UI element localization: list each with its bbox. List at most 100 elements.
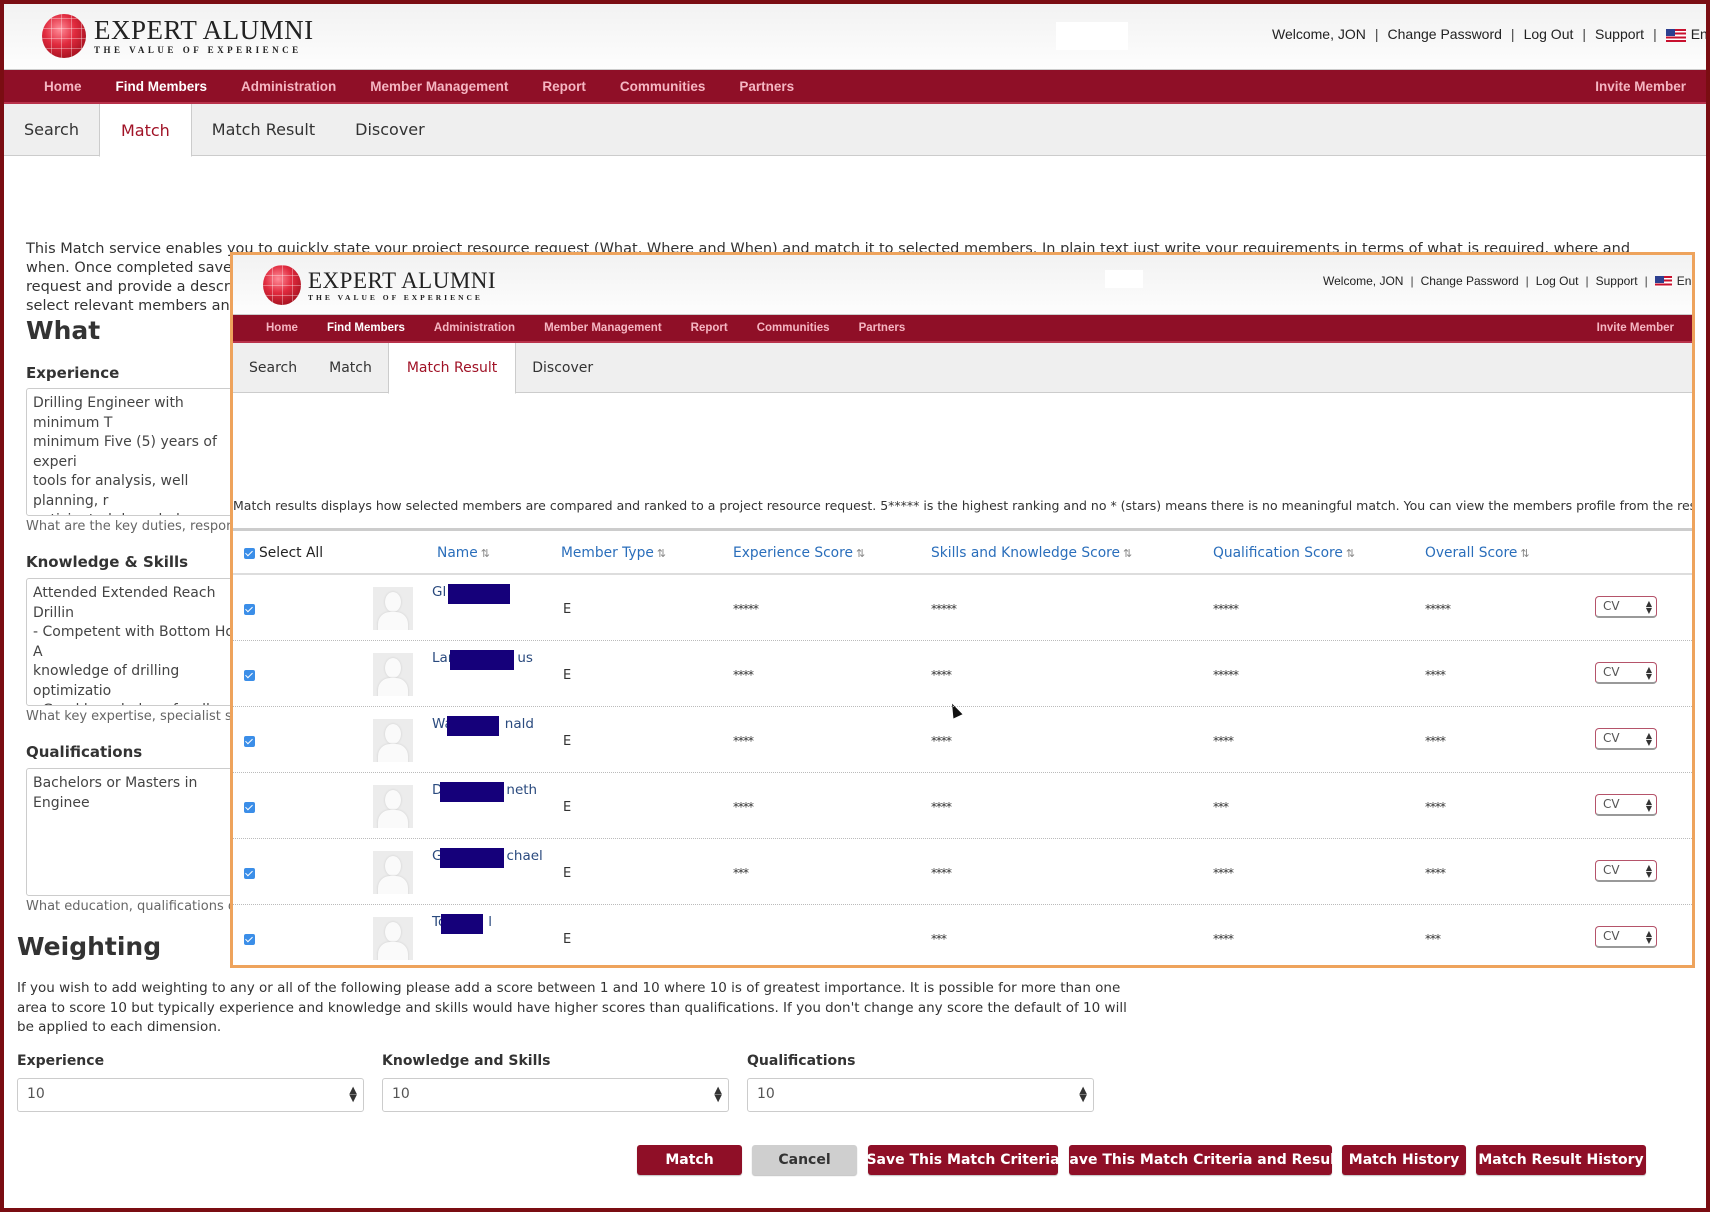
member-type: E [563, 800, 572, 815]
row-checkbox[interactable] [244, 670, 255, 681]
avatar[interactable] [373, 587, 413, 630]
cv-select[interactable]: CV ▲ ▼ [1595, 728, 1657, 750]
save-match-criteria-button[interactable]: Save This Match Criteria [866, 1145, 1060, 1175]
member-name-link[interactable]: Lar us [432, 650, 533, 670]
col-experience-score[interactable]: Experience Score ⇅ [733, 545, 865, 561]
select-arrows-icon: ▲ ▼ [714, 1085, 722, 1104]
tab-match-result[interactable]: Match Result [192, 104, 335, 155]
select-all-checkbox[interactable]: Select All [244, 545, 323, 561]
row-checkbox[interactable] [244, 868, 255, 879]
skills-knowledge-score: *** [931, 932, 947, 946]
nav-find-members[interactable]: Find Members [116, 79, 208, 94]
col-overall-score[interactable]: Overall Score ⇅ [1425, 545, 1530, 561]
match-button[interactable]: Match [637, 1145, 742, 1175]
nav-report[interactable]: Report [691, 322, 728, 334]
invite-member-link[interactable]: Invite Member [1597, 322, 1674, 334]
log-out-link[interactable]: Log Out [1524, 26, 1574, 42]
row-checkbox[interactable] [244, 934, 255, 945]
nav-communities[interactable]: Communities [620, 79, 706, 94]
member-type: E [563, 602, 572, 617]
skills-knowledge-score: ***** [931, 602, 957, 616]
cv-select[interactable]: CV ▲ ▼ [1595, 662, 1657, 684]
cv-select[interactable]: CV ▲ ▼ [1595, 926, 1657, 948]
language-selector[interactable]: English [1665, 26, 1706, 42]
qualification-score: **** [1213, 734, 1234, 748]
nav-administration[interactable]: Administration [241, 79, 336, 94]
change-password-link[interactable]: Change Password [1388, 26, 1502, 42]
nav-administration[interactable]: Administration [434, 322, 515, 334]
avatar[interactable] [373, 917, 413, 960]
logo[interactable]: EXPERT ALUMNI THE VALUE OF EXPERIENCE [42, 14, 314, 58]
tab-search[interactable]: Search [233, 343, 313, 392]
avatar[interactable] [373, 653, 413, 696]
table-row: To l E *** **** *** CV ▲ ▼ [233, 905, 1692, 965]
checkbox[interactable] [244, 547, 255, 559]
change-password-link[interactable]: Change Password [1421, 274, 1519, 288]
member-name-link[interactable]: To l [432, 914, 492, 934]
nav-member-management[interactable]: Member Management [544, 322, 662, 334]
weight-knowledge-select[interactable]: 10 ▲ ▼ [382, 1078, 729, 1112]
row-checkbox[interactable] [244, 802, 255, 813]
support-link[interactable]: Support [1595, 26, 1644, 42]
col-qualification-score[interactable]: Qualification Score ⇅ [1213, 545, 1355, 561]
cv-select[interactable]: CV ▲ ▼ [1595, 794, 1657, 816]
member-type: E [563, 734, 572, 749]
tab-match[interactable]: Match [98, 104, 192, 157]
welcome-text: Welcome, JON [1272, 26, 1366, 42]
sort-icon: ⇅ [656, 547, 667, 560]
knowledge-skills-textarea[interactable]: Attended Extended Reach Drillin - Compet… [26, 578, 256, 706]
save-match-criteria-result-button[interactable]: Save This Match Criteria and Result [1059, 1145, 1342, 1175]
tab-discover[interactable]: Discover [335, 104, 445, 155]
sort-icon: ⇅ [1123, 547, 1133, 560]
nav-partners[interactable]: Partners [739, 79, 794, 94]
nav-home[interactable]: Home [266, 322, 298, 334]
experience-textarea[interactable]: Drilling Engineer with minimum T minimum… [26, 388, 256, 516]
support-link[interactable]: Support [1596, 274, 1638, 288]
language-selector[interactable]: English [1654, 274, 1692, 288]
cv-select[interactable]: CV ▲ ▼ [1595, 596, 1657, 618]
member-type: E [563, 866, 572, 881]
row-checkbox[interactable] [244, 604, 255, 615]
tab-match[interactable]: Match [313, 343, 388, 392]
nav-partners[interactable]: Partners [859, 322, 906, 334]
nav-report[interactable]: Report [542, 79, 586, 94]
tab-match-result[interactable]: Match Result [387, 343, 517, 394]
log-out-link[interactable]: Log Out [1536, 274, 1579, 288]
col-skills-knowledge-score[interactable]: Skills and Knowledge Score ⇅ [931, 545, 1132, 561]
user-links: Welcome, JON | Change Password | Log Out… [1272, 26, 1706, 42]
match-result-history-button[interactable]: Match Result History [1476, 1145, 1646, 1175]
overall-score: ***** [1425, 602, 1451, 616]
tab-search[interactable]: Search [4, 104, 99, 155]
nav-communities[interactable]: Communities [757, 322, 830, 334]
row-checkbox[interactable] [244, 736, 255, 747]
member-name-link[interactable]: Gchael [432, 848, 543, 868]
avatar[interactable] [373, 785, 413, 828]
member-name-link[interactable]: Gl [432, 584, 510, 604]
select-arrows-icon: ▲ ▼ [1645, 863, 1652, 879]
col-name[interactable]: Name ⇅ [437, 545, 490, 561]
overlay-logo[interactable]: EXPERT ALUMNI THE VALUE OF EXPERIENCE [263, 265, 496, 305]
avatar[interactable] [373, 719, 413, 762]
weighting-description: If you wish to add weighting to any or a… [17, 980, 1127, 1035]
tab-discover[interactable]: Discover [516, 343, 609, 392]
qualifications-hint: What education, qualifications or ce [26, 899, 261, 914]
cv-select[interactable]: CV ▲ ▼ [1595, 860, 1657, 882]
weight-experience-select[interactable]: 10 ▲ ▼ [17, 1078, 364, 1112]
col-member-type[interactable]: Member Type ⇅ [561, 545, 666, 561]
member-type: E [563, 668, 572, 683]
cancel-button[interactable]: Cancel [752, 1145, 857, 1175]
skills-knowledge-score: **** [931, 866, 952, 880]
invite-member-link[interactable]: Invite Member [1595, 79, 1686, 94]
nav-home[interactable]: Home [44, 79, 82, 94]
weight-qualifications-select[interactable]: 10 ▲ ▼ [747, 1078, 1094, 1112]
nav-find-members[interactable]: Find Members [327, 322, 405, 334]
select-arrows-icon: ▲ ▼ [1645, 797, 1652, 813]
member-name-link[interactable]: Dneth [432, 782, 537, 802]
nav-member-management[interactable]: Member Management [370, 79, 508, 94]
member-name-link[interactable]: Wa nald [432, 716, 534, 736]
qualifications-textarea[interactable]: Bachelors or Masters in Enginee [26, 768, 256, 896]
redaction-box [447, 716, 499, 736]
match-history-button[interactable]: Match History [1342, 1145, 1466, 1175]
select-arrows-icon: ▲ ▼ [1645, 599, 1652, 615]
avatar[interactable] [373, 851, 413, 894]
